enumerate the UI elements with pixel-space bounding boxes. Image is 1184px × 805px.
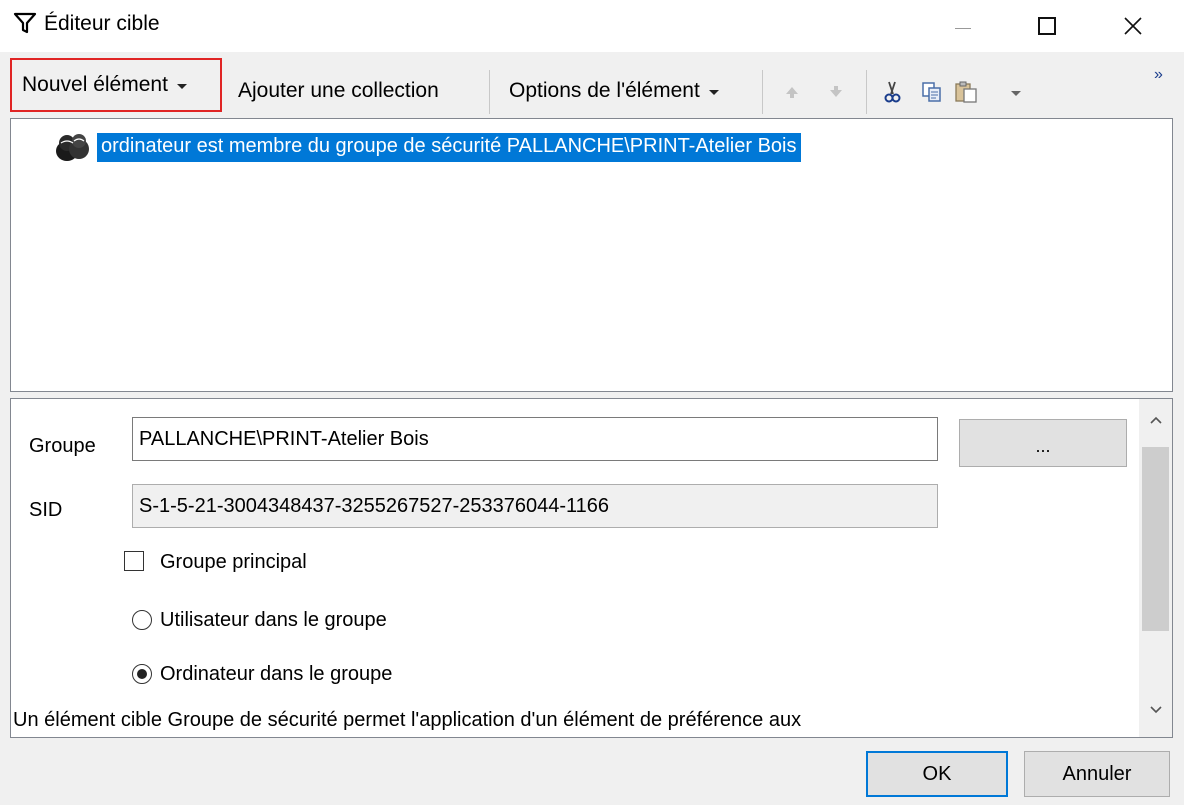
item-options-button[interactable]: Options de l'élément bbox=[509, 72, 719, 110]
item-options-label: Options de l'élément bbox=[509, 79, 700, 102]
properties-panel: Groupe PALLANCHE\PRINT-Atelier Bois ... … bbox=[10, 398, 1173, 738]
move-up-button[interactable] bbox=[778, 78, 806, 106]
copy-icon bbox=[922, 82, 941, 102]
close-icon bbox=[1124, 17, 1142, 35]
close-button[interactable] bbox=[1104, 0, 1162, 52]
add-collection-button[interactable]: Ajouter une collection bbox=[238, 72, 439, 110]
sid-field-value: S-1-5-21-3004348437-3255267527-253376044… bbox=[139, 494, 610, 517]
title-bar: Éditeur cible bbox=[0, 0, 1184, 52]
group-field-value: PALLANCHE\PRINT-Atelier Bois bbox=[139, 427, 429, 450]
minimize-icon bbox=[955, 27, 971, 29]
sid-field[interactable]: S-1-5-21-3004348437-3255267527-253376044… bbox=[132, 484, 938, 528]
user-in-group-label: Utilisateur dans le groupe bbox=[160, 609, 387, 631]
chevron-down-icon bbox=[1149, 706, 1162, 714]
primary-group-checkbox[interactable] bbox=[124, 551, 144, 571]
scroll-down-button[interactable] bbox=[1139, 695, 1172, 725]
properties-scrollbar[interactable] bbox=[1139, 399, 1172, 737]
paste-dropdown[interactable] bbox=[1008, 78, 1024, 106]
toolbar-overflow-icon[interactable]: » bbox=[1154, 66, 1163, 84]
scroll-up-button[interactable] bbox=[1139, 405, 1172, 435]
minimize-button[interactable] bbox=[934, 0, 992, 52]
target-tree[interactable]: ordinateur est membre du groupe de sécur… bbox=[10, 118, 1173, 392]
chevron-down-icon bbox=[708, 90, 719, 95]
paste-icon bbox=[955, 81, 977, 103]
user-in-group-radio[interactable] bbox=[132, 610, 152, 630]
paste-button[interactable] bbox=[950, 78, 984, 106]
chevron-down-icon bbox=[176, 84, 187, 89]
computer-in-group-radio[interactable] bbox=[132, 664, 152, 684]
copy-button[interactable] bbox=[918, 78, 946, 106]
group-field[interactable]: PALLANCHE\PRINT-Atelier Bois bbox=[132, 417, 938, 461]
move-down-button[interactable] bbox=[822, 78, 850, 106]
filter-icon bbox=[13, 12, 37, 34]
move-up-icon bbox=[786, 87, 798, 98]
new-item-label: Nouvel élément bbox=[22, 73, 168, 96]
cancel-button[interactable]: Annuler bbox=[1024, 751, 1170, 797]
chevron-up-icon bbox=[1149, 416, 1162, 424]
browse-button[interactable]: ... bbox=[959, 419, 1127, 467]
tree-item[interactable]: ordinateur est membre du groupe de sécur… bbox=[51, 131, 801, 163]
tree-item-label: ordinateur est membre du groupe de sécur… bbox=[97, 132, 801, 162]
group-label: Groupe bbox=[29, 435, 96, 457]
description-text: Un élément cible Groupe de sécurité perm… bbox=[13, 709, 802, 731]
scrollbar-thumb[interactable] bbox=[1142, 447, 1169, 631]
add-collection-label: Ajouter une collection bbox=[238, 79, 439, 102]
cut-icon bbox=[884, 81, 901, 103]
toolbar-separator bbox=[762, 70, 763, 114]
maximize-icon bbox=[1038, 17, 1056, 35]
window-title: Éditeur cible bbox=[44, 12, 160, 35]
cut-button[interactable] bbox=[878, 78, 906, 106]
computer-in-group-label: Ordinateur dans le groupe bbox=[160, 663, 393, 685]
sid-label: SID bbox=[29, 499, 63, 521]
toolbar-separator bbox=[489, 70, 490, 114]
move-down-icon bbox=[830, 86, 842, 97]
security-group-icon bbox=[56, 134, 89, 161]
maximize-button[interactable] bbox=[1018, 0, 1076, 52]
chevron-down-icon bbox=[1011, 91, 1021, 96]
ok-button[interactable]: OK bbox=[866, 751, 1008, 797]
new-item-button[interactable]: Nouvel élément bbox=[10, 58, 222, 112]
radio-selected-indicator bbox=[137, 669, 147, 679]
toolbar-separator bbox=[866, 70, 867, 114]
primary-group-label: Groupe principal bbox=[160, 551, 307, 573]
